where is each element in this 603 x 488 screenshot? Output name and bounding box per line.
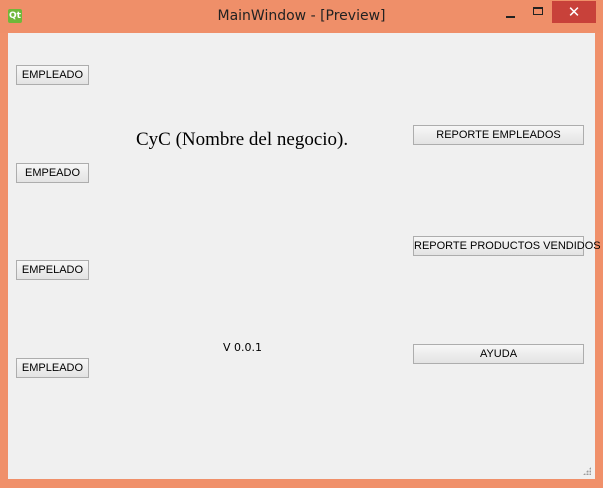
- minimize-icon: [506, 16, 515, 18]
- version-label: V 0.0.1: [223, 341, 263, 354]
- resize-grip-icon[interactable]: [583, 467, 591, 475]
- business-name-heading: CyC (Nombre del negocio).: [136, 129, 349, 150]
- maximize-button[interactable]: [525, 1, 552, 23]
- ayuda-button[interactable]: AYUDA: [413, 344, 584, 364]
- close-icon: ✕: [567, 3, 581, 21]
- empleado-button-1[interactable]: EMPLEADO: [16, 65, 89, 85]
- title-bar[interactable]: Qt MainWindow - [Preview] ✕: [0, 0, 603, 33]
- reporte-empleados-button[interactable]: REPORTE EMPLEADOS: [413, 125, 584, 145]
- reporte-productos-vendidos-button[interactable]: REPORTE PRODUCTOS VENDIDOS: [413, 236, 601, 256]
- empleado-button-3[interactable]: EMPELADO: [16, 260, 89, 280]
- close-button[interactable]: ✕: [552, 1, 596, 23]
- maximize-icon: [533, 7, 543, 15]
- empleado-button-4[interactable]: EMPLEADO: [16, 358, 89, 378]
- main-window: Qt MainWindow - [Preview] ✕ EMPLEADO EMP…: [0, 0, 603, 488]
- client-area: EMPLEADO EMPEADO EMPELADO EMPLEADO CyC (…: [8, 33, 601, 479]
- minimize-button[interactable]: [497, 1, 525, 23]
- empleado-button-2[interactable]: EMPEADO: [16, 163, 89, 183]
